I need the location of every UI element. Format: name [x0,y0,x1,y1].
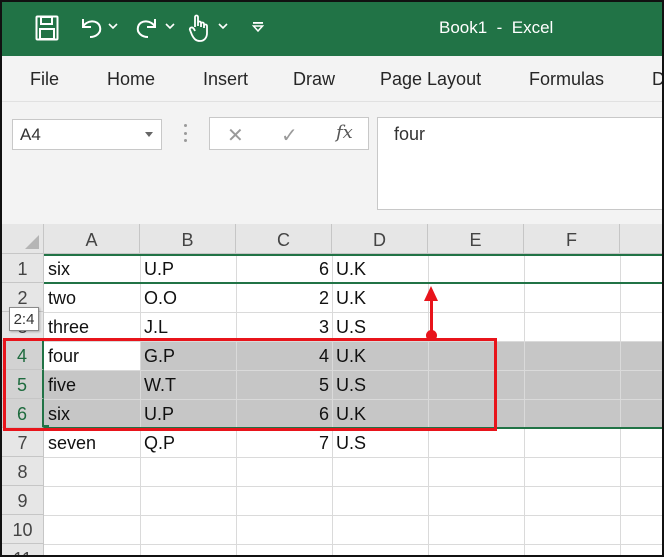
ribbon-tabs: File Home Insert Draw Page Layout Formul… [2,56,662,102]
cell-b1[interactable]: U.P [144,254,174,283]
tab-insert[interactable]: Insert [203,69,248,90]
column-header-f[interactable]: F [524,224,620,254]
touch-mode-icon[interactable] [188,13,210,43]
cell-a3[interactable]: three [48,312,89,341]
chevron-down-icon[interactable] [145,132,153,137]
name-box[interactable]: A4 [12,119,162,150]
row-header-8[interactable]: 8 [2,457,44,486]
row-header-7[interactable]: 7 [2,428,44,457]
enter-icon[interactable]: ✓ [281,123,298,148]
cell-b3[interactable]: J.L [144,312,168,341]
redo-dropdown-icon[interactable] [165,22,175,30]
select-all-button[interactable] [2,224,44,254]
cell-b7[interactable]: Q.P [144,428,175,457]
tab-draw[interactable]: Draw [293,69,335,90]
grip-icon[interactable] [184,124,187,142]
customize-icon[interactable] [252,21,264,33]
window-title: Book1 - Excel [439,18,554,37]
name-box-value: A4 [20,125,41,144]
row-header-10[interactable]: 10 [2,515,44,544]
column-header-g[interactable] [620,224,662,254]
cell-b2[interactable]: O.O [144,283,177,312]
cell-a7[interactable]: seven [48,428,96,457]
row-header-9[interactable]: 9 [2,486,44,515]
touch-dropdown-icon[interactable] [218,22,228,30]
formula-bar: A4 ✕ ✓ fx four [2,102,662,224]
row-header-1[interactable]: 1 [2,254,44,283]
cell-c2[interactable]: 2 [236,283,329,312]
tab-data-partial[interactable]: D [652,69,662,90]
tab-home[interactable]: Home [107,69,155,90]
drop-outline-top [44,254,662,256]
cell-c7[interactable]: 7 [236,428,329,457]
highlight-box [3,338,497,431]
formula-buttons: ✕ ✓ fx [209,117,369,150]
tab-page-layout[interactable]: Page Layout [380,69,481,90]
undo-icon[interactable] [78,15,104,41]
move-arrow-origin [426,330,437,341]
tab-formulas[interactable]: Formulas [529,69,604,90]
column-header-e[interactable]: E [428,224,524,254]
title-bar: Book1 - Excel [2,2,662,56]
undo-dropdown-icon[interactable] [108,22,118,30]
drag-position-tooltip: 2:4 [9,307,39,331]
cell-a1[interactable]: six [48,254,70,283]
tab-file[interactable]: File [30,69,59,90]
cancel-icon[interactable]: ✕ [227,123,244,148]
cell-a2[interactable]: two [48,283,76,312]
column-header-d[interactable]: D [332,224,428,254]
formula-input[interactable]: four [377,117,662,210]
cell-d3[interactable]: U.S [336,312,366,341]
arrow-up-icon [424,286,438,301]
save-icon[interactable] [35,15,59,41]
column-header-a[interactable]: A [44,224,140,254]
insert-function-icon[interactable]: fx [336,122,353,143]
redo-icon[interactable] [134,15,160,41]
row-header-11[interactable]: 11 [2,544,44,555]
worksheet-grid[interactable]: A B C D E F 1 2 3 4 5 6 7 8 9 10 11 six … [2,224,662,555]
cell-d7[interactable]: U.S [336,428,366,457]
column-header-c[interactable]: C [236,224,332,254]
insertion-line [44,282,662,284]
cell-d1[interactable]: U.K [336,254,366,283]
cell-c1[interactable]: 6 [236,254,329,283]
cell-c3[interactable]: 3 [236,312,329,341]
excel-window: Book1 - Excel File Home Insert Draw Page… [0,0,664,557]
column-header-b[interactable]: B [140,224,236,254]
cell-d2[interactable]: U.K [336,283,366,312]
